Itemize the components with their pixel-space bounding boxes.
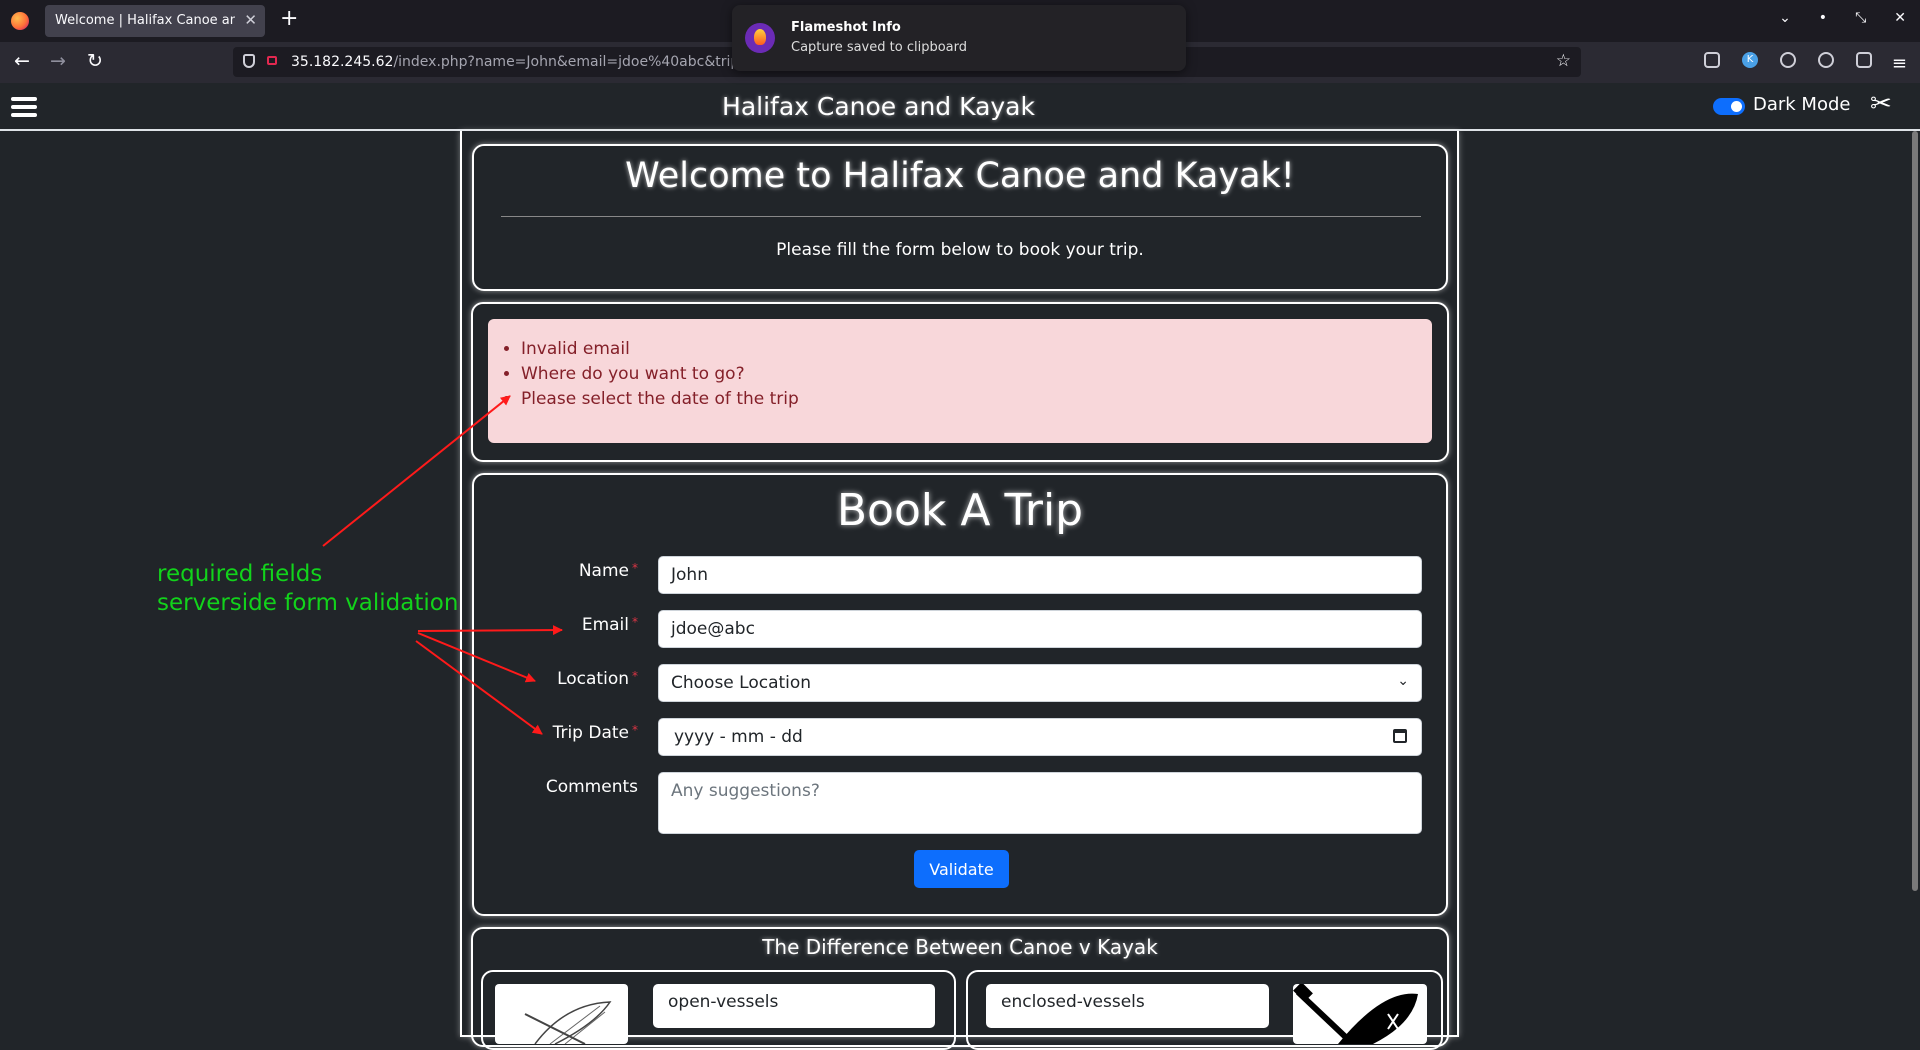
flameshot-notification: Flameshot Info Capture saved to clipboar… [732,5,1186,71]
arrow-to-error-list [322,395,511,547]
notification-title: Flameshot Info [791,20,901,35]
arrow-to-location [417,632,536,683]
page-scrollbar[interactable] [1912,131,1918,891]
flameshot-icon [745,23,775,53]
arrow-to-trip-date [415,640,543,735]
annotation-arrows [322,395,563,735]
arrow-to-email [417,625,563,636]
notification-body: Capture saved to clipboard [791,40,967,55]
